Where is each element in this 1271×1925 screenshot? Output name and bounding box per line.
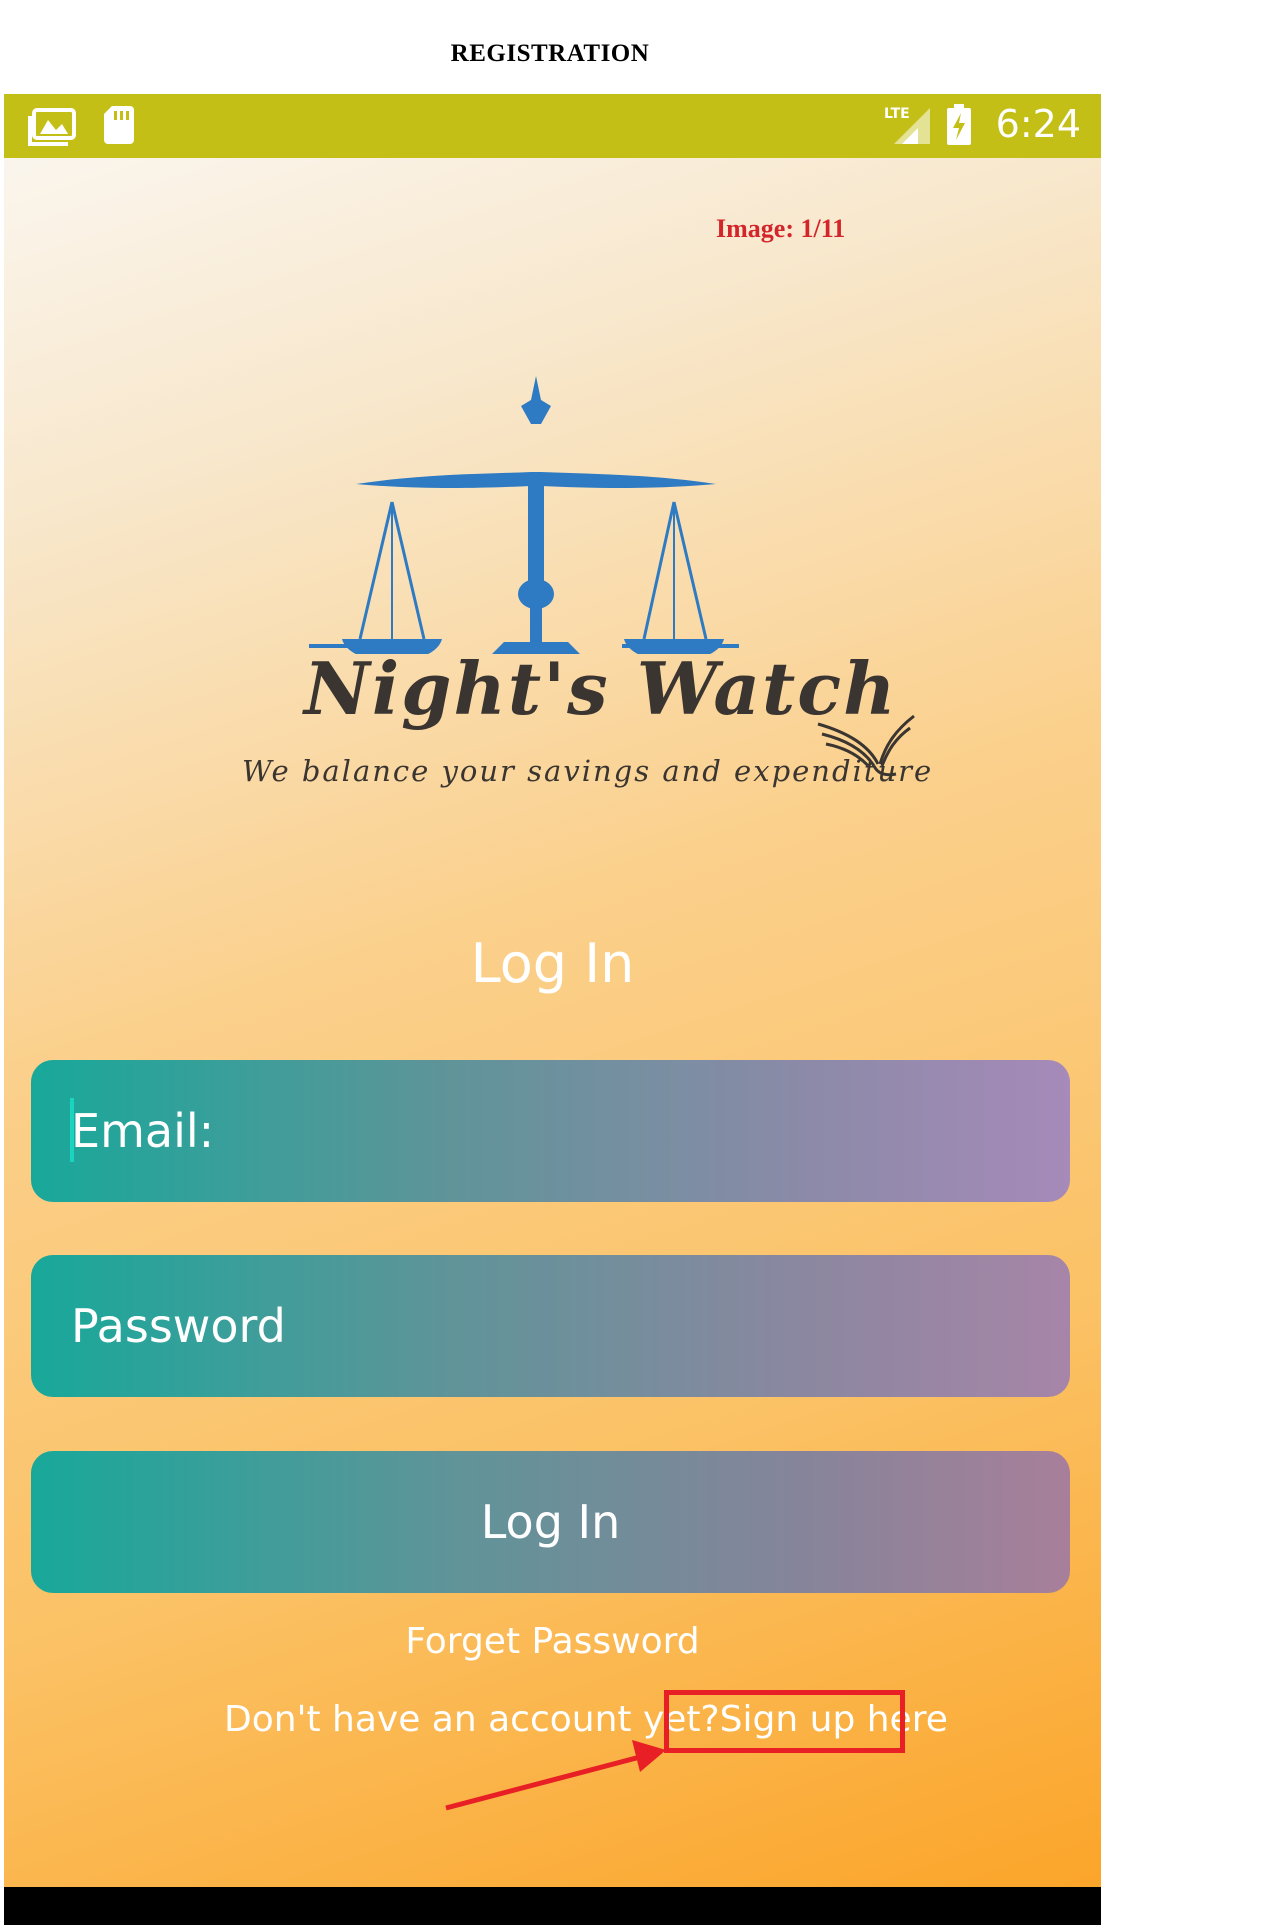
battery-charging-icon [946, 104, 972, 150]
annotation-arrow-icon [445, 1740, 666, 1811]
phone-screen: LTE 6:24 Image: 1/11 Night's Watch We ba… [4, 94, 1101, 1925]
password-placeholder: Password [71, 1299, 286, 1353]
navigation-bar [4, 1887, 1101, 1925]
page-title: Log In [470, 932, 635, 995]
status-bar: LTE 6:24 [4, 94, 1101, 158]
password-field[interactable]: Password [31, 1255, 1070, 1397]
email-placeholder: Email: [71, 1104, 215, 1158]
image-counter: Image: 1/11 [716, 214, 846, 243]
eagle-wing-icon [817, 714, 915, 777]
gallery-icon [28, 108, 76, 150]
scales-of-justice-icon [342, 376, 724, 654]
document-title: REGISTRATION [450, 40, 650, 67]
signup-highlight-box [664, 1690, 905, 1753]
status-time: 6:24 [995, 102, 1081, 146]
sd-card-icon [104, 106, 134, 148]
login-button[interactable]: Log In [31, 1451, 1070, 1593]
login-button-label: Log In [480, 1495, 621, 1549]
email-field[interactable]: Email: [31, 1060, 1070, 1202]
logo-title: Night's Watch [304, 646, 898, 731]
lte-signal-icon: LTE [884, 104, 932, 150]
forget-password-link[interactable]: Forget Password [4, 1621, 1101, 1662]
svg-text:LTE: LTE [884, 106, 910, 122]
